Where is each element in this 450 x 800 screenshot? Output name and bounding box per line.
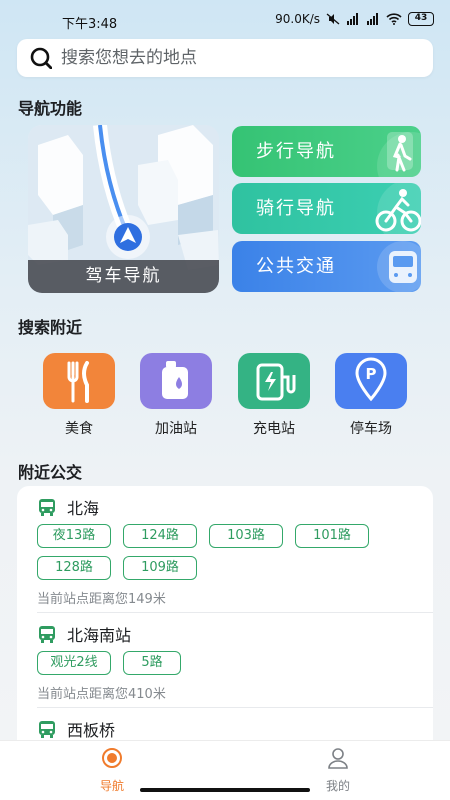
bus-icon xyxy=(39,721,55,738)
charging-icon xyxy=(238,353,310,409)
train-icon xyxy=(377,241,421,292)
route-list: 观光2线 5路 xyxy=(37,651,407,683)
status-bar: 下午3:48 90.0K/s 43 xyxy=(0,0,450,40)
route-tag[interactable]: 观光2线 xyxy=(37,651,111,675)
stop-distance: 当前站点距离您410米 xyxy=(37,687,166,702)
fuel-icon xyxy=(140,353,212,409)
bus-stop-item[interactable]: 北海南站 观光2线 5路 当前站点距离您410米 xyxy=(17,613,433,708)
bus-icon xyxy=(39,499,55,516)
transit-nav-button[interactable]: 公共交通 xyxy=(232,241,421,292)
wifi-icon xyxy=(386,13,402,25)
route-tag[interactable]: 109路 xyxy=(123,556,197,580)
bus-stop-list: 北海 夜13路 124路 103路 101路 128路 109路 当前站点距离您… xyxy=(17,486,433,746)
search-input[interactable] xyxy=(61,39,421,77)
nearby-item-parking[interactable]: P 停车场 xyxy=(331,353,411,438)
nearby-item-label: 加油站 xyxy=(155,421,197,437)
bus-stop-item[interactable]: 北海 夜13路 124路 103路 101路 128路 109路 当前站点距离您… xyxy=(17,486,433,613)
tab-label: 我的 xyxy=(325,779,350,793)
bus-stop-item[interactable]: 西板桥 xyxy=(17,708,433,740)
route-tag[interactable]: 124路 xyxy=(123,524,197,548)
walk-nav-label: 步行导航 xyxy=(256,141,336,162)
bus-stop-name: 北海 xyxy=(67,499,100,518)
nearby-item-label: 美食 xyxy=(65,421,93,437)
bus-icon xyxy=(39,626,55,643)
signal-icon xyxy=(347,13,358,25)
walking-person-icon xyxy=(377,132,421,177)
signal-icon-2 xyxy=(367,13,378,25)
drive-nav-label: 驾车导航 xyxy=(28,260,219,293)
nearby-item-label: 充电站 xyxy=(253,421,295,437)
nav-section-title: 导航功能 xyxy=(18,99,83,118)
parking-icon: P xyxy=(335,353,407,409)
svg-text:P: P xyxy=(366,365,377,383)
walk-nav-button[interactable]: 步行导航 xyxy=(232,126,421,177)
home-indicator xyxy=(140,788,310,792)
tab-label: 导航 xyxy=(99,779,124,793)
navigation-tab-icon xyxy=(102,748,122,768)
drive-nav-card[interactable]: 驾车导航 xyxy=(28,125,219,293)
search-bar[interactable] xyxy=(17,39,433,77)
status-time: 下午3:48 xyxy=(62,17,118,32)
tab-mine[interactable]: 我的 xyxy=(308,747,368,794)
route-tag[interactable]: 103路 xyxy=(209,524,283,548)
bike-nav-button[interactable]: 骑行导航 xyxy=(232,183,421,234)
nearby-item-food[interactable]: 美食 xyxy=(39,353,119,438)
status-icons: 90.0K/s 43 xyxy=(275,12,434,26)
tab-navigation[interactable]: 导航 xyxy=(82,747,142,794)
route-tag[interactable]: 128路 xyxy=(37,556,111,580)
nearby-item-label: 停车场 xyxy=(350,421,392,437)
route-list: 夜13路 124路 103路 101路 128路 109路 xyxy=(37,524,407,588)
bus-stop-name: 北海南站 xyxy=(67,626,132,645)
bike-nav-label: 骑行导航 xyxy=(256,198,336,219)
search-icon xyxy=(30,47,52,69)
stop-distance: 当前站点距离您149米 xyxy=(37,592,166,607)
nearby-item-charging[interactable]: 充电站 xyxy=(234,353,314,438)
mute-icon xyxy=(326,13,340,25)
nearby-section-title: 搜索附近 xyxy=(18,318,83,337)
network-speed: 90.0K/s xyxy=(275,12,320,26)
cycling-icon xyxy=(375,183,421,234)
battery-icon: 43 xyxy=(408,12,434,26)
user-icon xyxy=(328,748,348,769)
route-tag[interactable]: 5路 xyxy=(123,651,181,675)
bus-stop-name: 西板桥 xyxy=(67,721,116,740)
route-tag[interactable]: 夜13路 xyxy=(37,524,111,548)
route-tag[interactable]: 101路 xyxy=(295,524,369,548)
bus-section-title: 附近公交 xyxy=(18,463,83,482)
food-icon xyxy=(43,353,115,409)
nearby-item-gas-station[interactable]: 加油站 xyxy=(136,353,216,438)
transit-nav-label: 公共交通 xyxy=(256,256,336,277)
